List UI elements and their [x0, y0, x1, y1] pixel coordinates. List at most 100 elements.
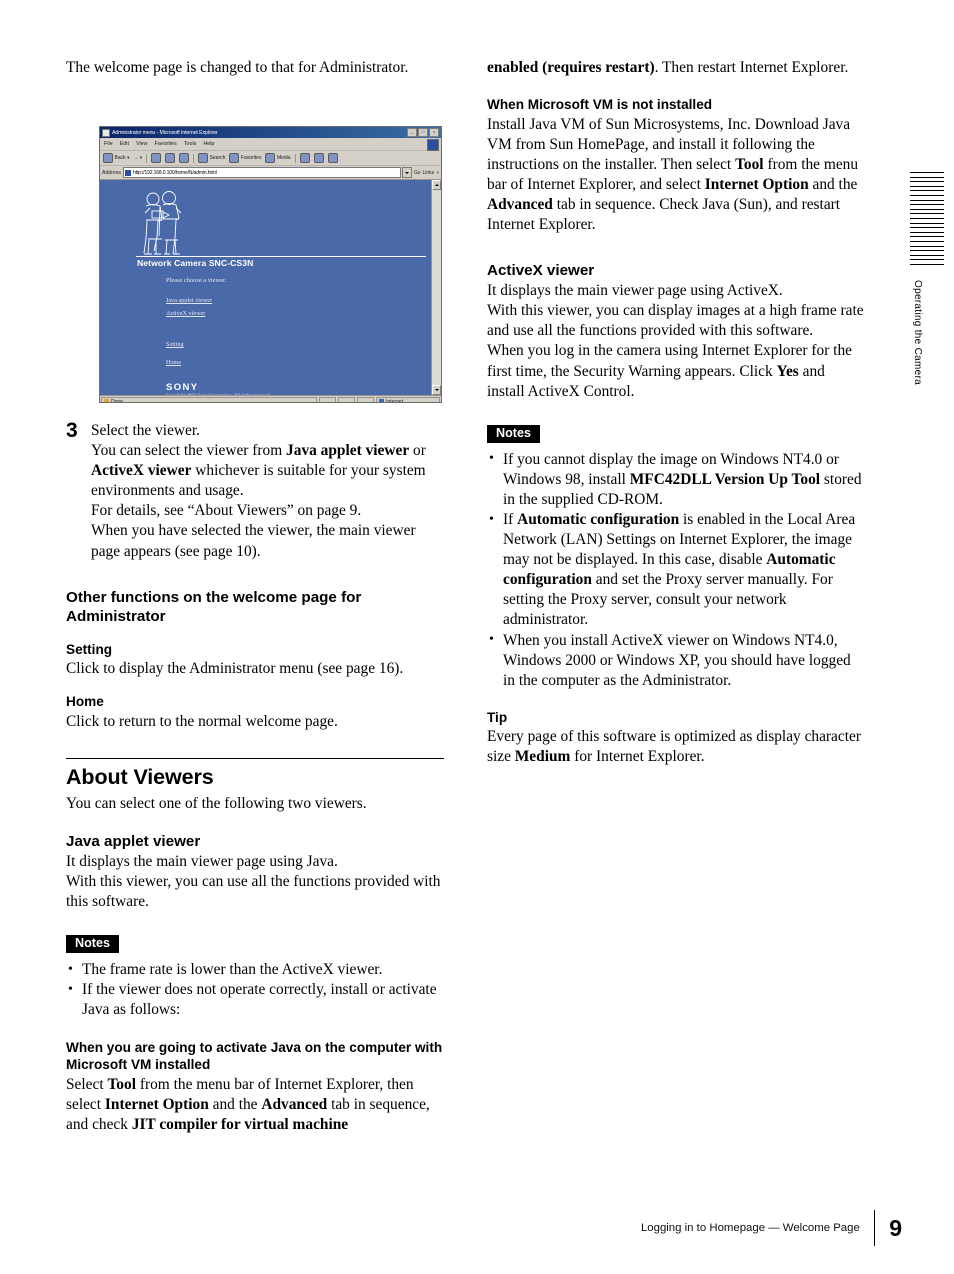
- aj-bold-tool: Tool: [107, 1075, 136, 1093]
- toolbar-favorites-button[interactable]: Favorites: [229, 153, 261, 163]
- java-viewer-text-1: It displays the main viewer page using J…: [66, 852, 338, 870]
- browser-screenshot-figure: Administrator menu - Microsoft Internet …: [99, 126, 442, 403]
- aj-mid2: and the: [208, 1095, 262, 1113]
- vm-mid2: and the: [808, 175, 858, 193]
- side-tab-lines: [910, 172, 944, 265]
- aj-bold-advanced: Advanced: [261, 1095, 328, 1113]
- status-zone-text: Internet: [386, 398, 403, 403]
- menu-edit[interactable]: Edit: [120, 141, 129, 147]
- tip-bold-medium: Medium: [514, 748, 571, 766]
- about-viewers-heading: About Viewers: [66, 764, 214, 789]
- done-icon: [104, 399, 109, 402]
- toolbar-back-button[interactable]: Back ▾: [103, 153, 129, 163]
- star-icon: [229, 153, 240, 163]
- section-divider: [66, 757, 444, 759]
- link-setting[interactable]: Setting: [166, 341, 184, 348]
- left-column: The welcome page is changed to that for …: [66, 58, 444, 78]
- copyright-text: Copyright 2003 Sony Corporation. All rig…: [166, 394, 271, 395]
- browser-title: Administrator menu - Microsoft Internet …: [112, 129, 218, 136]
- go-button[interactable]: Go: [414, 170, 421, 176]
- menu-favorites[interactable]: Favorites: [155, 141, 177, 147]
- toolbar-forward-button[interactable]: → ▾: [133, 155, 142, 161]
- footer-divider: [873, 1210, 876, 1246]
- vm-bold-internet-option: Internet Option: [704, 175, 809, 193]
- status-left-pane: Done: [101, 396, 317, 403]
- toolbar-back-label: Back: [114, 155, 126, 161]
- internet-zone-icon: [379, 399, 384, 402]
- menu-tools[interactable]: Tools: [184, 141, 197, 147]
- aj-bold-internet-option: Internet Option: [104, 1095, 209, 1113]
- links-overflow-icon[interactable]: »: [436, 170, 439, 176]
- mail-icon[interactable]: [313, 153, 324, 163]
- vm-not-installed-text: Install Java VM of Sun Microsystems, Inc…: [487, 115, 865, 236]
- link-home[interactable]: Home: [166, 359, 181, 366]
- step-body: Select the viewer. You can select the vi…: [91, 421, 444, 562]
- links-button[interactable]: Links: [423, 170, 435, 176]
- address-input[interactable]: http://192.168.0.100/home/N/admin.html: [123, 167, 401, 178]
- activex-viewer-heading: ActiveX viewer: [487, 262, 595, 280]
- vertical-scrollbar[interactable]: [431, 180, 441, 395]
- toolbar-search-button[interactable]: Search: [198, 153, 225, 163]
- step-line2-bold-java: Java applet viewer: [286, 442, 410, 460]
- rn2-bold-autoconfig-1: Automatic configuration: [517, 511, 680, 528]
- scroll-down-arrow-icon[interactable]: [432, 385, 441, 395]
- status-pane-2: [338, 396, 355, 402]
- cont-text: . Then restart Internet Explorer.: [654, 59, 849, 76]
- scroll-up-arrow-icon[interactable]: [432, 180, 441, 190]
- toolbar-media-button[interactable]: Media: [265, 153, 291, 163]
- history-icon[interactable]: [299, 153, 310, 163]
- continuation-paragraph: enabled (requires restart). Then restart…: [487, 58, 865, 78]
- page-footer: Logging in to Homepage — Welcome Page 9: [641, 1210, 902, 1246]
- ax-bold-yes: Yes: [776, 362, 799, 380]
- ie-window-icon: [102, 128, 110, 137]
- aj-bold-jit: JIT compiler for virtual machine: [131, 1115, 349, 1133]
- step-line2-pre: You can select the viewer from: [91, 442, 287, 460]
- toolbar-separator-2: [193, 153, 195, 163]
- print-icon[interactable]: [327, 153, 338, 163]
- address-dropdown-icon[interactable]: [401, 167, 412, 178]
- camera-people-illustration: [136, 190, 194, 256]
- stop-icon[interactable]: [151, 153, 162, 163]
- notes-list-left: The frame rate is lower than the ActiveX…: [66, 960, 444, 1020]
- refresh-icon[interactable]: [165, 153, 176, 163]
- browser-menubar: File Edit View Favorites Tools Help: [100, 138, 441, 151]
- step-3: 3 Select the viewer. You can select the …: [66, 419, 444, 562]
- step-line2-bold-activex: ActiveX viewer: [91, 462, 192, 480]
- status-left-text: Done: [111, 398, 123, 403]
- step-line-4: When you have selected the viewer, the m…: [91, 522, 416, 560]
- home-text: Click to return to the normal welcome pa…: [66, 712, 338, 730]
- menu-help[interactable]: Help: [203, 141, 214, 147]
- close-button[interactable]: ×: [429, 128, 439, 137]
- notes-badge-left: Notes: [66, 935, 119, 954]
- maximize-button[interactable]: □: [418, 128, 428, 137]
- activate-java-heading: When you are going to activate Java on t…: [66, 1039, 443, 1073]
- setting-heading: Setting: [66, 641, 113, 657]
- tip-post: for Internet Explorer.: [570, 748, 705, 766]
- activex-text-3: When you log in the camera using Interne…: [487, 341, 865, 401]
- browser-page-content: Network Camera SNC-CS3N Please choose a …: [100, 180, 441, 395]
- home-heading: Home: [66, 694, 104, 710]
- notes-list-right: If you cannot display the image on Windo…: [487, 449, 865, 691]
- note-item: The frame rate is lower than the ActiveX…: [66, 960, 444, 980]
- cont-bold-enabled: enabled (: [487, 59, 548, 76]
- step-number: 3: [66, 419, 78, 442]
- step-line-2: You can select the viewer from Java appl…: [91, 441, 444, 501]
- setting-text: Click to display the Administrator menu …: [66, 660, 404, 678]
- toolbar-favorites-label: Favorites: [240, 155, 262, 161]
- status-pane-1: [319, 396, 336, 402]
- cont-bold-requires-restart: requires restart: [547, 59, 650, 76]
- step-line2-mid: or: [409, 442, 426, 460]
- link-activex-viewer[interactable]: ActiveX viewer: [166, 310, 205, 317]
- home-icon[interactable]: [179, 153, 190, 163]
- toolbar-separator: [146, 153, 148, 163]
- menu-view[interactable]: View: [136, 141, 148, 147]
- link-java-applet-viewer[interactable]: Java applet viewer: [166, 297, 212, 304]
- about-viewers-intro: You can select one of the following two …: [66, 794, 367, 812]
- menu-file[interactable]: File: [104, 141, 113, 147]
- browser-titlebar: Administrator menu - Microsoft Internet …: [100, 127, 441, 138]
- browser-address-bar: Address http://192.168.0.100/home/N/admi…: [100, 166, 441, 180]
- activex-text-2: With this viewer, you can display images…: [487, 302, 864, 340]
- minimize-button[interactable]: _: [407, 128, 417, 137]
- activate-java-text: Select Tool from the menu bar of Interne…: [66, 1075, 444, 1135]
- note-item: If you cannot display the image on Windo…: [487, 449, 865, 510]
